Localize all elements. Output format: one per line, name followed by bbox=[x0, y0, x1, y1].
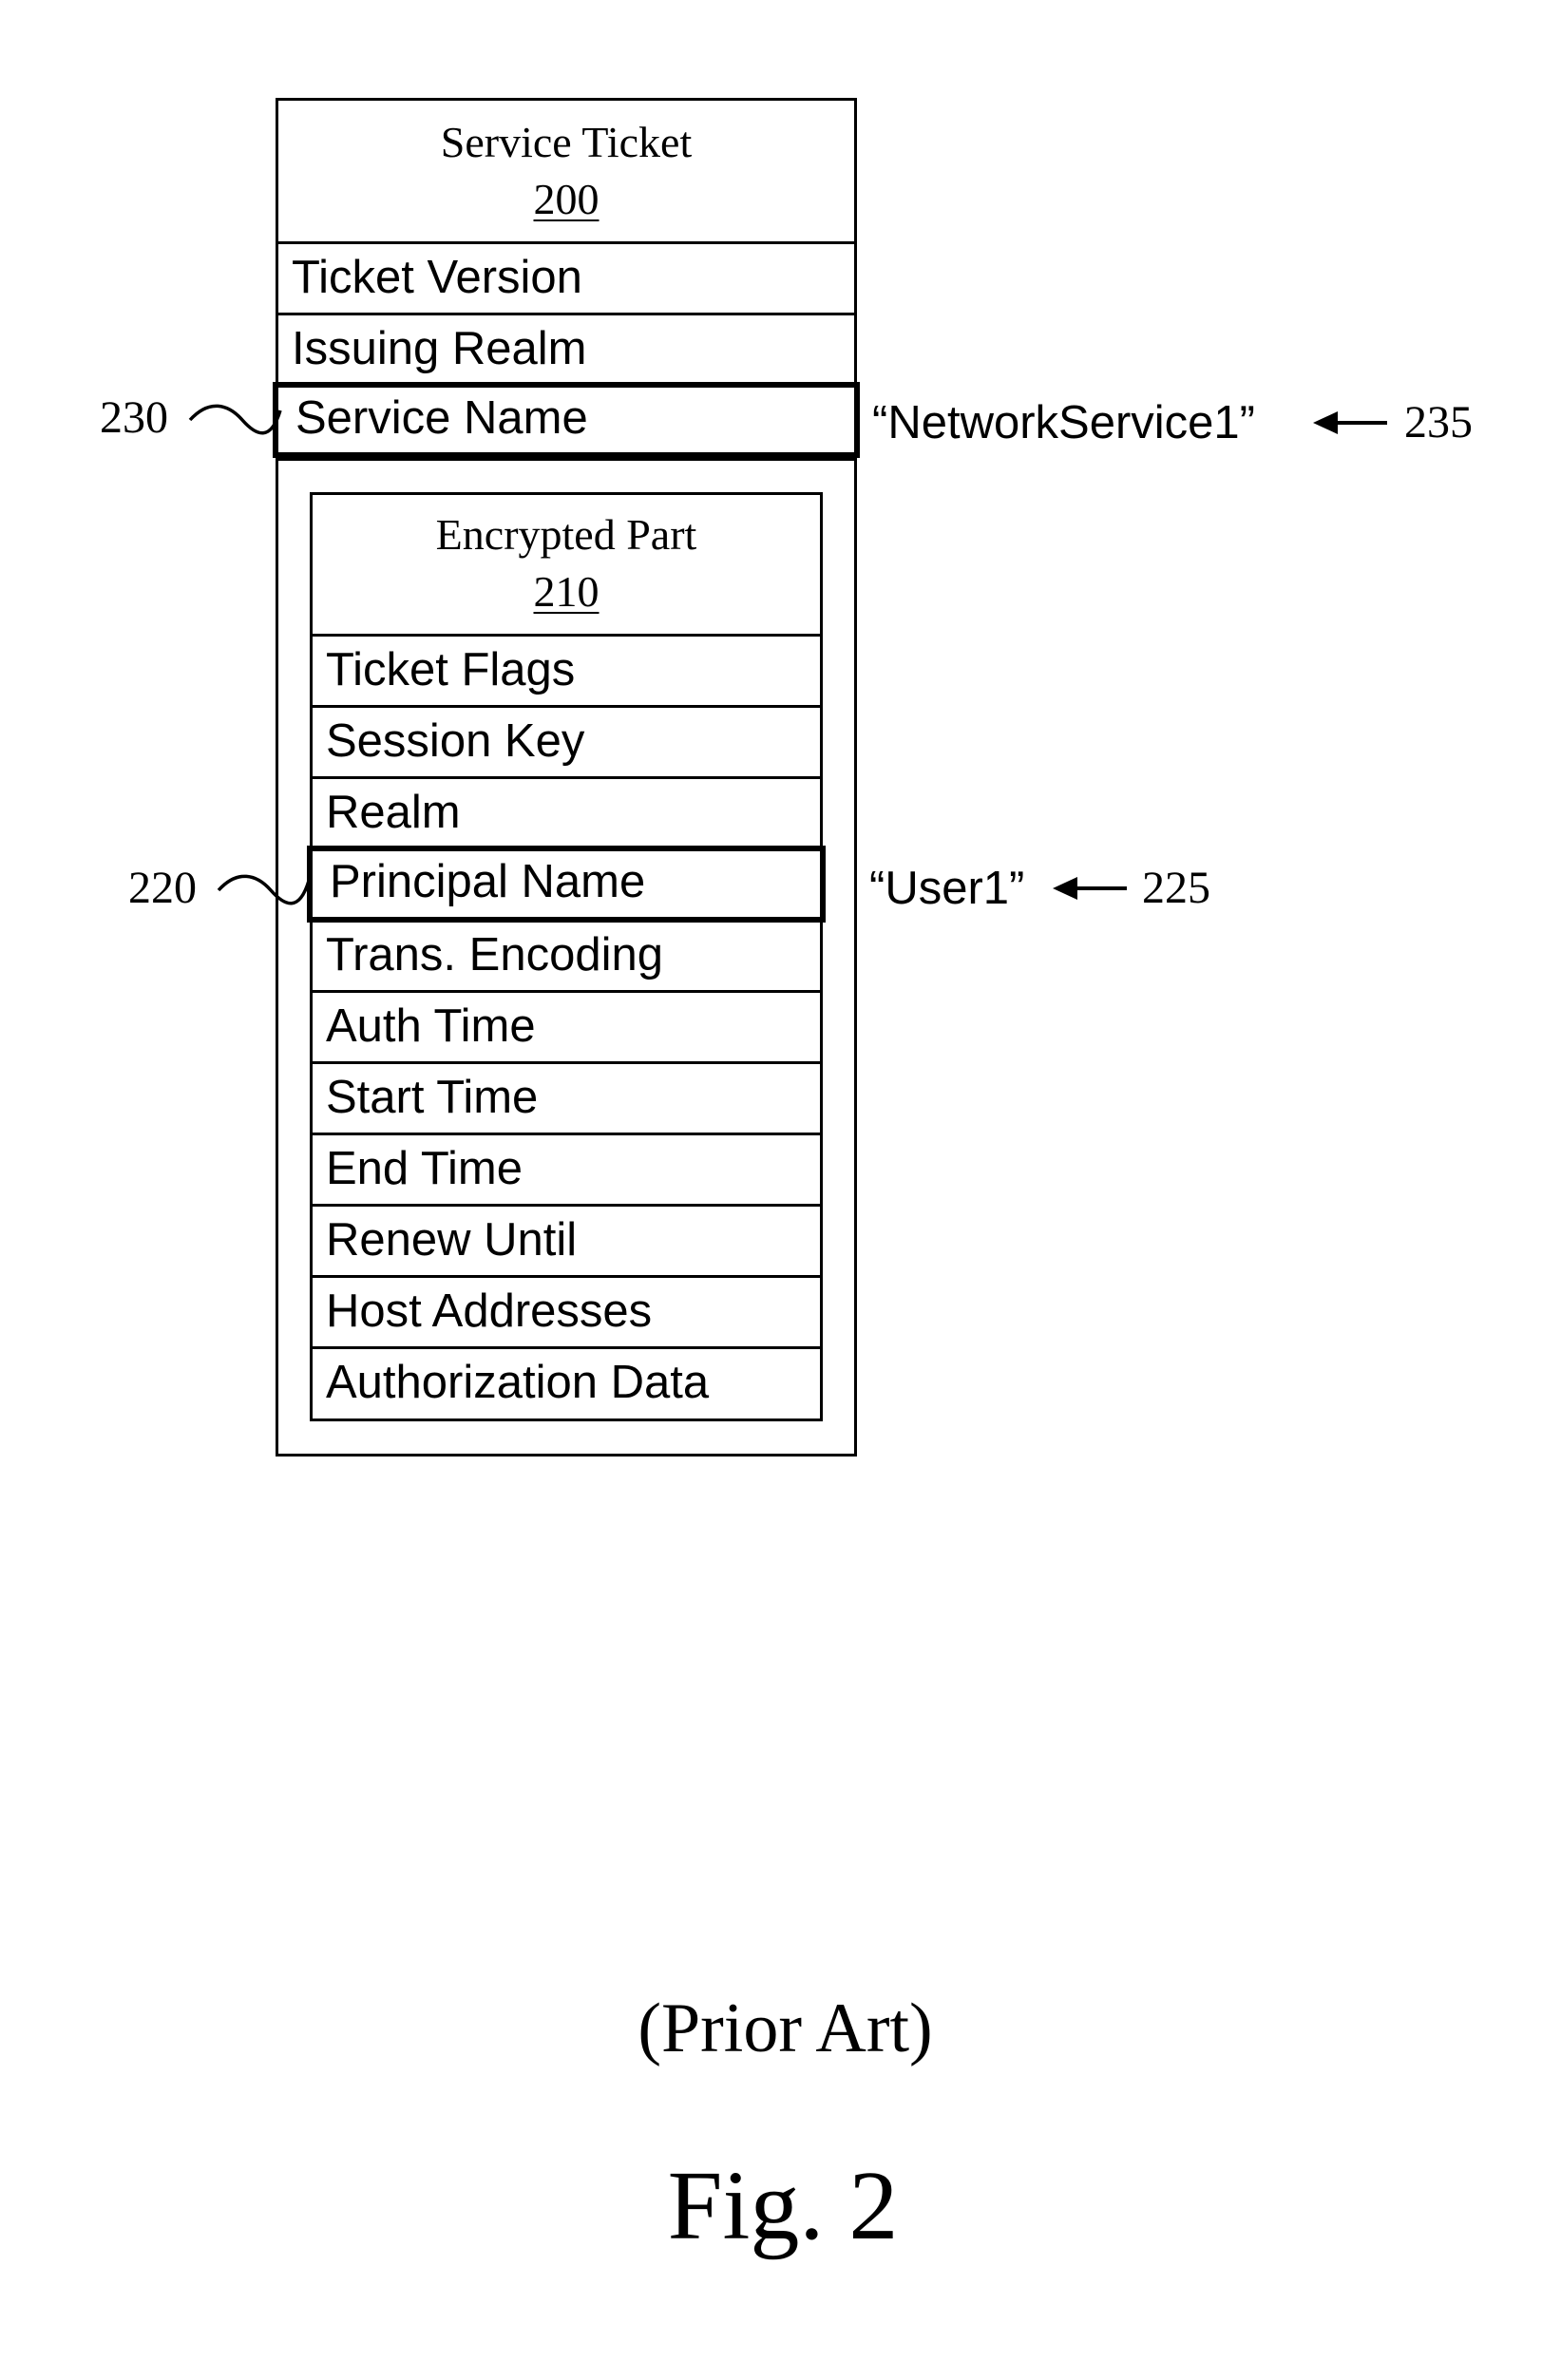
field-authorization-data: Authorization Data bbox=[313, 1346, 820, 1418]
field-label: Realm bbox=[326, 787, 461, 838]
encrypted-part-title: Encrypted Part bbox=[435, 510, 697, 559]
encrypted-part-box: Encrypted Part 210 Ticket Flags Session K… bbox=[307, 492, 826, 1421]
field-service-name: Service Name bbox=[273, 382, 860, 458]
ref-225: 225 bbox=[1142, 863, 1210, 913]
field-label: Service Name bbox=[295, 392, 588, 444]
field-label: Host Addresses bbox=[326, 1285, 653, 1337]
prior-art-caption: (Prior Art) bbox=[638, 1990, 933, 2067]
encrypted-part-ref: 210 bbox=[533, 567, 600, 616]
field-renew-until: Renew Until bbox=[313, 1204, 820, 1275]
arrow-left-icon bbox=[1313, 411, 1387, 434]
field-label: Session Key bbox=[326, 715, 585, 767]
field-label: Start Time bbox=[326, 1072, 539, 1123]
ref-230: 230 bbox=[100, 392, 168, 443]
field-end-time: End Time bbox=[313, 1133, 820, 1204]
field-ticket-version: Ticket Version bbox=[278, 241, 854, 313]
field-start-time: Start Time bbox=[313, 1061, 820, 1133]
field-ticket-flags: Ticket Flags bbox=[313, 634, 820, 705]
field-principal-name: Principal Name bbox=[307, 846, 826, 923]
field-session-key: Session Key bbox=[313, 705, 820, 776]
service-ticket-header: Service Ticket 200 bbox=[278, 114, 854, 228]
ref-220: 220 bbox=[128, 863, 197, 913]
principal-name-value: “User1” bbox=[869, 863, 1025, 914]
field-label: Ticket Version bbox=[292, 252, 582, 303]
leader-squiggle-220 bbox=[217, 874, 311, 905]
service-ticket-title: Service Ticket bbox=[440, 118, 693, 166]
field-host-addresses: Host Addresses bbox=[313, 1275, 820, 1346]
arrow-left-icon bbox=[1053, 877, 1127, 900]
field-label: Renew Until bbox=[326, 1214, 578, 1266]
field-issuing-realm: Issuing Realm bbox=[278, 313, 854, 384]
leader-squiggle-230 bbox=[188, 404, 282, 435]
field-label: Ticket Flags bbox=[326, 644, 576, 695]
service-ticket-box: Service Ticket 200 Ticket Version Issuin… bbox=[273, 98, 860, 1457]
divider bbox=[278, 458, 854, 461]
field-label: Principal Name bbox=[330, 856, 646, 907]
service-name-value: “NetworkService1” bbox=[872, 397, 1255, 448]
field-label: End Time bbox=[326, 1143, 523, 1194]
field-label: Auth Time bbox=[326, 1000, 536, 1052]
field-label: Authorization Data bbox=[326, 1357, 710, 1408]
service-ticket-ref: 200 bbox=[533, 175, 600, 223]
field-auth-time: Auth Time bbox=[313, 990, 820, 1061]
ref-235: 235 bbox=[1404, 397, 1473, 447]
figure-label: Fig. 2 bbox=[667, 2151, 899, 2260]
field-trans-encoding: Trans. Encoding bbox=[313, 919, 820, 990]
field-realm: Realm bbox=[313, 776, 820, 847]
field-label: Issuing Realm bbox=[292, 323, 587, 374]
encrypted-part-header: Encrypted Part 210 bbox=[313, 506, 820, 620]
field-label: Trans. Encoding bbox=[326, 929, 663, 981]
